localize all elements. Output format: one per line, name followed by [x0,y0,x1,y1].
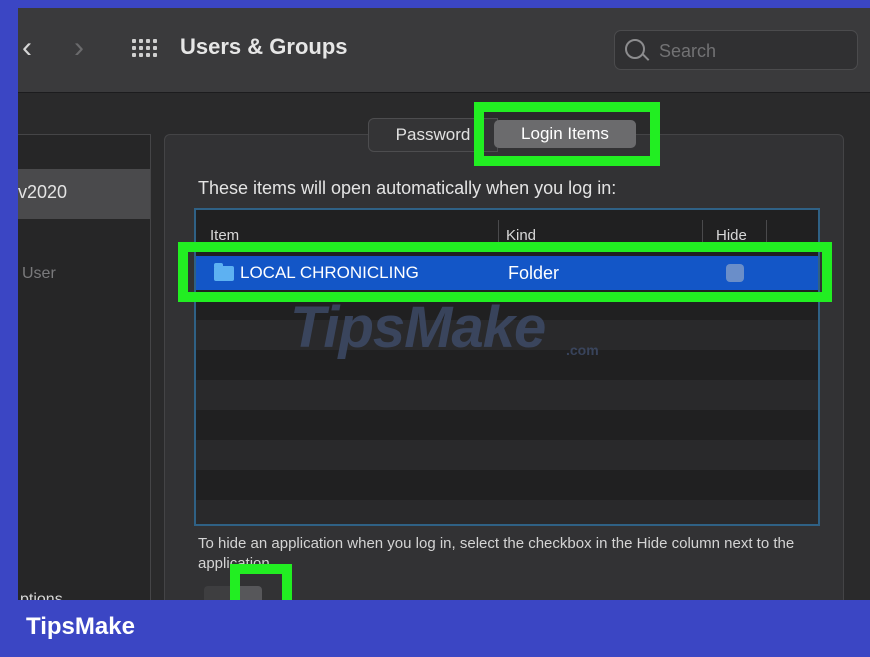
brand-bar: TipsMake [0,600,870,657]
show-all-grid-icon[interactable] [132,39,158,59]
login-options-item[interactable]: ptions [20,591,63,600]
back-chevron-icon[interactable]: ‹ [22,33,44,64]
search-field[interactable] [614,30,858,70]
login-items-description: These items will open automatically when… [198,178,617,198]
forward-chevron-icon[interactable]: › [74,33,96,64]
search-icon [625,39,645,59]
search-input[interactable] [657,39,841,63]
add-item-button[interactable] [204,586,232,600]
screen: ‹ › Users & Groups v2020 User ptions Pas… [18,8,870,600]
highlight-remove-button [230,564,292,600]
brand-label: TipsMake [26,613,135,640]
column-divider [702,220,703,244]
column-divider [766,220,767,244]
watermark: TipsMake [290,295,546,360]
empty-row [196,380,818,410]
top-border [18,0,870,8]
window-title: Users & Groups [180,34,348,59]
sidebar-item-label: v2020 [18,182,68,202]
empty-row [196,440,818,470]
sidebar-item-current-user[interactable]: v2020 [18,169,150,219]
user-sidebar: v2020 User ptions [18,134,151,600]
left-border [0,0,18,657]
highlight-login-items-tab [474,102,660,166]
column-divider [498,220,499,244]
empty-row [196,500,818,524]
highlight-login-item-row [178,242,832,302]
frame: ‹ › Users & Groups v2020 User ptions Pas… [0,0,870,657]
title-bar: ‹ › Users & Groups [18,8,870,93]
watermark-suffix: .com [566,342,599,358]
sidebar-user-type: User [22,265,56,282]
table-header: Item Kind Hide [196,210,818,246]
